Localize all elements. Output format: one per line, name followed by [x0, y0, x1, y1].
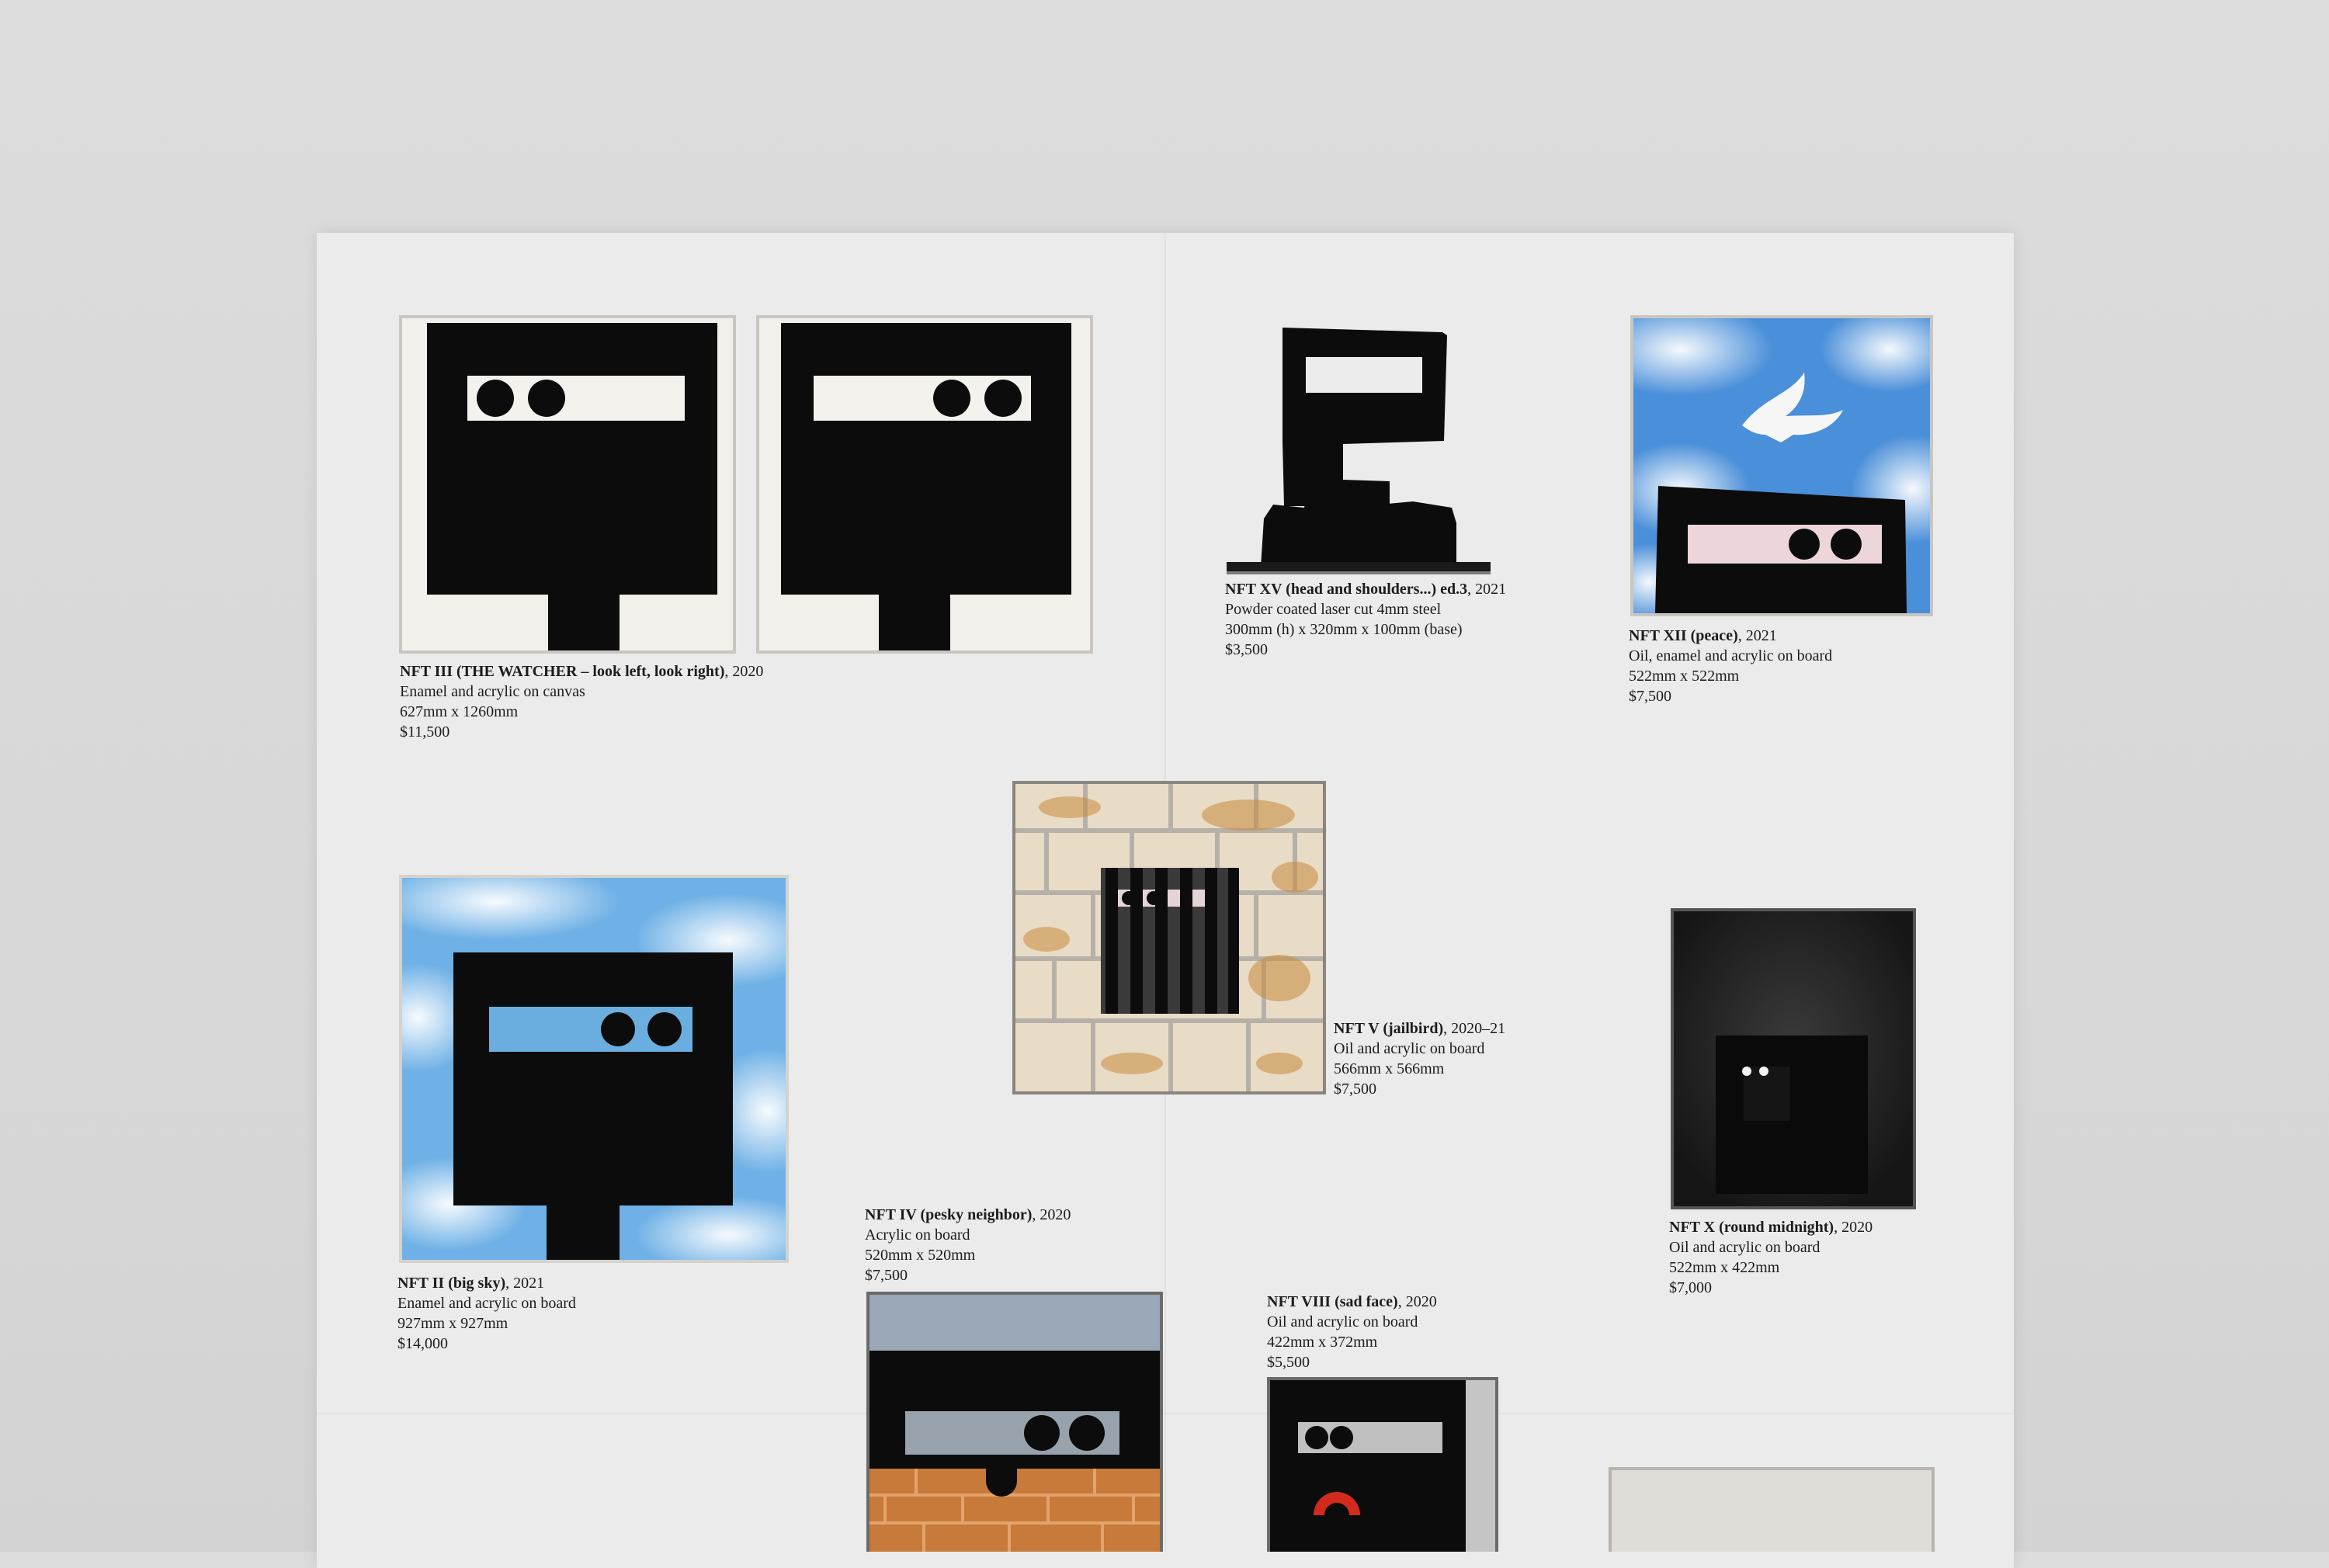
artwork-year: , 2020	[724, 663, 764, 680]
artwork-nft-iii-right	[756, 315, 1093, 654]
artwork-size: 520mm x 520mm	[865, 1247, 976, 1264]
caption-nft-iii: NFT III (THE WATCHER – look left, look r…	[400, 661, 763, 742]
artwork-size: 522mm x 422mm	[1669, 1259, 1780, 1276]
artwork-price: $14,000	[397, 1335, 448, 1352]
artwork-year: , 2020–21	[1443, 1020, 1506, 1037]
caption-nft-viii: NFT VIII (sad face), 2020 Oil and acryli…	[1267, 1292, 1437, 1372]
caption-nft-x: NFT X (round midnight), 2020 Oil and acr…	[1669, 1217, 1873, 1298]
artwork-price: $7,500	[1334, 1081, 1376, 1098]
artwork-year: , 2021	[1467, 581, 1507, 598]
caption-nft-xii: NFT XII (peace), 2021 Oil, enamel and ac…	[1629, 626, 1832, 706]
caption-nft-ii: NFT II (big sky), 2021 Enamel and acryli…	[397, 1273, 576, 1354]
artwork-size: 566mm x 566mm	[1334, 1060, 1445, 1077]
artwork-year: , 2021	[505, 1275, 545, 1292]
artwork-medium: Enamel and acrylic on canvas	[400, 683, 585, 700]
artwork-title: NFT II (big sky)	[397, 1275, 506, 1292]
artwork-nft-iv	[866, 1292, 1163, 1552]
artwork-title: NFT VIII (sad face)	[1267, 1293, 1398, 1310]
artwork-size: 627mm x 1260mm	[400, 703, 519, 720]
artwork-nft-v	[1012, 781, 1326, 1094]
artwork-nft-viii	[1267, 1377, 1498, 1552]
artwork-title: NFT III (THE WATCHER – look left, look r…	[400, 663, 725, 680]
artwork-nft-xv	[1227, 324, 1491, 574]
artwork-size: 522mm x 522mm	[1629, 668, 1740, 685]
artwork-medium: Powder coated laser cut 4mm steel	[1225, 601, 1442, 618]
artwork-year: , 2020	[1397, 1293, 1437, 1310]
artwork-size: 927mm x 927mm	[397, 1315, 508, 1332]
artwork-price: $5,500	[1267, 1354, 1310, 1371]
artwork-price: $7,000	[1669, 1279, 1712, 1296]
artwork-medium: Enamel and acrylic on board	[397, 1295, 576, 1312]
artwork-nft-xii	[1630, 315, 1933, 616]
artwork-nft-x	[1671, 908, 1916, 1209]
artwork-year: , 2021	[1737, 627, 1777, 644]
artwork-nft-ii	[399, 875, 789, 1263]
artwork-title: NFT IV (pesky neighbor)	[865, 1206, 1033, 1223]
artwork-year: , 2020	[1032, 1206, 1071, 1223]
artwork-title: NFT XV (head and shoulders...) ed.3	[1225, 581, 1468, 598]
artwork-medium: Acrylic on board	[865, 1226, 970, 1244]
artwork-title: NFT V (jailbird)	[1334, 1020, 1444, 1037]
artwork-size: 422mm x 372mm	[1267, 1334, 1378, 1351]
artwork-partial	[1609, 1467, 1935, 1552]
caption-nft-iv: NFT IV (pesky neighbor), 2020 Acrylic on…	[865, 1205, 1071, 1285]
caption-nft-xv: NFT XV (head and shoulders...) ed.3, 202…	[1225, 579, 1506, 660]
artwork-year: , 2020	[1834, 1219, 1873, 1236]
caption-nft-v: NFT V (jailbird), 2020–21 Oil and acryli…	[1334, 1018, 1505, 1099]
artwork-price: $3,500	[1225, 641, 1268, 658]
fold-line	[317, 1413, 2014, 1414]
artwork-price: $11,500	[400, 723, 450, 741]
artwork-medium: Oil, enamel and acrylic on board	[1629, 647, 1833, 664]
artwork-medium: Oil and acrylic on board	[1267, 1313, 1418, 1330]
artwork-nft-iii-left	[399, 315, 736, 654]
artwork-price: $7,500	[865, 1267, 908, 1284]
artwork-medium: Oil and acrylic on board	[1669, 1239, 1821, 1256]
artwork-title: NFT X (round midnight)	[1669, 1219, 1834, 1236]
artwork-title: NFT XII (peace)	[1629, 627, 1738, 644]
artwork-size: 300mm (h) x 320mm x 100mm (base)	[1225, 621, 1463, 638]
artwork-price: $7,500	[1629, 688, 1671, 705]
artwork-medium: Oil and acrylic on board	[1334, 1040, 1485, 1057]
